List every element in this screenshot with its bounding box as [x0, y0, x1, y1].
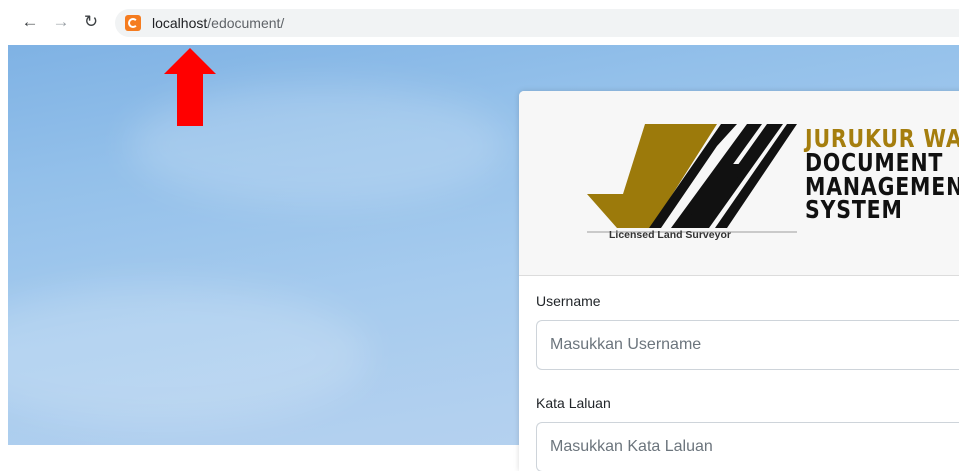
address-bar[interactable]: localhost/edocument/ — [115, 9, 959, 37]
arrow-left-icon[interactable]: ← — [20, 11, 40, 33]
username-label: Username — [536, 293, 601, 309]
arrow-right-icon[interactable]: → — [51, 11, 71, 33]
red-up-arrow-icon — [164, 48, 216, 126]
username-input[interactable] — [536, 320, 959, 370]
xampp-icon — [125, 15, 141, 31]
url-path: /edocument/ — [207, 15, 285, 31]
reload-icon[interactable]: ↻ — [81, 11, 101, 33]
login-card: Licensed Land Surveyor JURUKUR WATA DOCU… — [519, 91, 959, 471]
url-host: localhost — [152, 15, 208, 31]
browser-toolbar: ← → ↻ localhost/edocument/ — [0, 0, 959, 46]
card-header: Licensed Land Surveyor JURUKUR WATA DOCU… — [519, 91, 959, 276]
password-label: Kata Laluan — [536, 395, 611, 411]
brand-line-4: SYSTEM — [805, 195, 903, 225]
password-input[interactable] — [536, 422, 959, 471]
cloud-decoration — [8, 285, 368, 425]
surveyor-logo-icon — [587, 124, 797, 233]
url-text[interactable]: localhost/edocument/ — [152, 15, 284, 31]
logo-caption: Licensed Land Surveyor — [609, 229, 731, 241]
brand-line-2: DOCUMENT — [805, 147, 944, 177]
brand-title: JURUKUR WATA DOCUMENT MANAGEMENT SYSTEM — [805, 126, 959, 225]
login-form: Username Kata Laluan — [536, 291, 959, 471]
